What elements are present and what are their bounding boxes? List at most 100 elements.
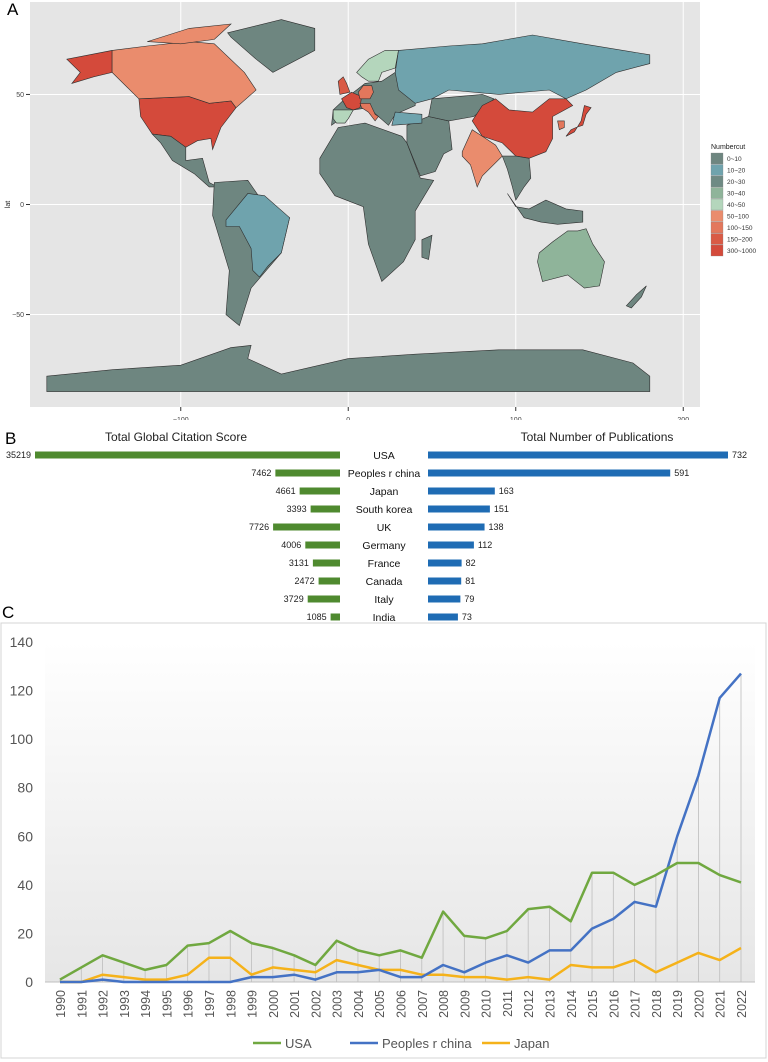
legend-swatch xyxy=(710,244,724,257)
legend-swatch xyxy=(710,164,724,176)
line-xtick-label: 2019 xyxy=(671,990,685,1018)
publications-line-chart: 0 20 40 60 80 100 120 140 1990 1991 1992 1993 1994 1… xyxy=(0,622,767,1059)
line-ytick-label: 60 xyxy=(17,828,33,844)
line-xtick-label: 2003 xyxy=(331,990,345,1018)
bar-publications xyxy=(428,487,495,495)
bar-citation xyxy=(305,541,340,549)
line-xtick-label: 2006 xyxy=(395,990,409,1018)
bar-publications-value: 82 xyxy=(466,558,476,568)
world-map-chart: −1000100200500−50longlat Numbercut0~1010… xyxy=(5,2,756,420)
bar-citation-value: 4661 xyxy=(276,486,296,496)
bar-citation-value: 2472 xyxy=(295,576,315,586)
bar-category-label: UK xyxy=(377,522,392,534)
map-ylabel: lat xyxy=(5,201,12,208)
legend-label: 100~150 xyxy=(727,225,753,232)
bar-publications-value: 138 xyxy=(489,522,504,532)
bar-citation xyxy=(273,523,340,531)
map-ytick-label: 50 xyxy=(16,92,24,99)
line-xtick-label: 2015 xyxy=(586,990,600,1018)
line-xtick-label: 2004 xyxy=(352,990,366,1018)
country-turkey xyxy=(391,111,423,126)
bars-group: 35219 732 USA 7462 591 Peoples r china 4661 163… xyxy=(6,450,747,624)
bar-publications xyxy=(428,451,728,459)
bar-category-label: Italy xyxy=(374,594,394,606)
map-xtick-label: −100 xyxy=(173,417,189,420)
bar-category-label: USA xyxy=(373,450,395,462)
legend-swatch xyxy=(710,210,724,222)
legend-label: 50~100 xyxy=(727,214,749,221)
line-xtick-label: 2007 xyxy=(416,990,430,1018)
line-xtick-label: 2016 xyxy=(607,990,621,1018)
line-xtick-label: 2021 xyxy=(714,990,728,1018)
line-ytick-label: 80 xyxy=(17,780,33,796)
line-xtick-label: 1997 xyxy=(203,990,217,1018)
legend-label: USA xyxy=(285,1036,312,1051)
bar-citation-value: 3131 xyxy=(289,558,309,568)
map-xtick-label: 200 xyxy=(677,417,689,420)
bar-category-label: Japan xyxy=(370,486,399,498)
line-xtick-label: 2010 xyxy=(480,990,494,1018)
line-xtick-label: 2018 xyxy=(650,990,664,1018)
line-xtick-label: 1996 xyxy=(182,990,196,1018)
legend-label: Peoples r china xyxy=(382,1036,472,1051)
bar-citation-value: 3729 xyxy=(284,594,304,604)
bar-publications-value: 81 xyxy=(465,576,475,586)
bar-category-label: France xyxy=(368,558,401,570)
map-ytick-label: 0 xyxy=(20,202,24,209)
bar-citation-value: 1085 xyxy=(307,612,327,622)
bar-citation xyxy=(275,469,340,477)
line-ytick-label: 100 xyxy=(10,731,34,747)
line-xtick-label: 2002 xyxy=(309,990,323,1018)
line-plot-area xyxy=(45,642,755,982)
bar-publications xyxy=(428,613,458,621)
bar-publications-value: 73 xyxy=(462,612,472,622)
line-xtick-label: 1992 xyxy=(97,990,111,1018)
line-xtick-label: 1995 xyxy=(160,990,174,1018)
publications-title: Total Number of Publications xyxy=(521,430,674,444)
bar-citation xyxy=(330,613,340,621)
line-xtick-label: 2009 xyxy=(458,990,472,1018)
bar-publications xyxy=(428,541,474,549)
map-xtick-label: 0 xyxy=(346,417,350,420)
bar-publications-value: 591 xyxy=(674,468,689,478)
legend-swatch xyxy=(710,152,724,165)
bar-citation-value: 4006 xyxy=(281,540,301,550)
bar-citation xyxy=(35,451,340,459)
bar-publications-value: 163 xyxy=(499,486,514,496)
legend-label: 40~50 xyxy=(727,202,746,209)
legend-title: Numbercut xyxy=(711,144,745,151)
bar-citation xyxy=(318,577,340,585)
bar-publications xyxy=(428,577,462,585)
line-xtick-label: 1991 xyxy=(75,990,89,1018)
legend-label: 0~10 xyxy=(727,156,742,163)
line-xtick-label: 2022 xyxy=(735,990,749,1018)
map-ytick-label: −50 xyxy=(12,312,24,319)
bar-publications xyxy=(428,505,490,513)
bar-citation-value: 3393 xyxy=(287,504,307,514)
line-xtick-label: 2008 xyxy=(437,990,451,1018)
bar-citation xyxy=(310,505,340,513)
bar-citation xyxy=(312,559,340,567)
map-xtick-label: 100 xyxy=(510,417,522,420)
bar-citation xyxy=(299,487,340,495)
bar-publications-value: 79 xyxy=(464,594,474,604)
bar-publications xyxy=(428,559,462,567)
bar-citation-value: 7726 xyxy=(249,522,269,532)
bar-citation-value: 35219 xyxy=(6,450,31,460)
citation-score-title: Total Global Citation Score xyxy=(105,430,247,444)
bar-category-label: Germany xyxy=(362,540,406,552)
line-ytick-label: 140 xyxy=(10,634,34,650)
line-ytick-label: 0 xyxy=(25,974,33,990)
legend-swatch xyxy=(710,221,724,234)
bar-publications xyxy=(428,469,671,477)
line-xtick-label: 2011 xyxy=(501,990,515,1017)
legend-swatch xyxy=(710,198,724,211)
bar-publications-value: 732 xyxy=(732,450,747,460)
line-xtick-label: 2013 xyxy=(543,990,557,1018)
line-xtick-label: 1990 xyxy=(54,990,68,1018)
legend-swatch xyxy=(710,187,724,199)
line-ytick-label: 40 xyxy=(17,877,33,893)
bar-citation xyxy=(307,595,340,603)
bar-citation-value: 7462 xyxy=(251,468,271,478)
line-xtick-label: 2017 xyxy=(629,990,643,1018)
